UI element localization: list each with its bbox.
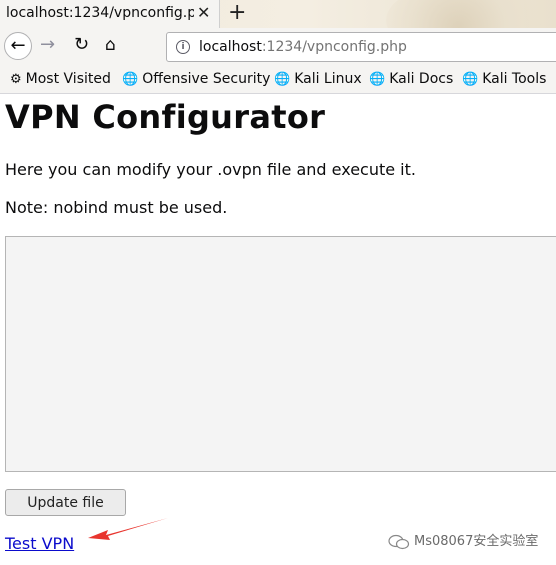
home-button[interactable]: ⌂	[105, 35, 116, 55]
bookmark-label: Most Visited	[25, 71, 111, 87]
gear-icon: ⚙	[10, 72, 22, 87]
test-vpn-link[interactable]: Test VPN	[5, 534, 74, 553]
bookmark-label: Offensive Security	[142, 71, 271, 87]
bookmark-label: Kali Docs	[389, 71, 454, 87]
reload-button[interactable]: ↻	[74, 35, 89, 55]
navigation-toolbar: ← → ↻ ⌂ i localhost:1234/vpnconfig.php	[0, 28, 556, 66]
watermark-text: Ms08067安全实验室	[414, 534, 539, 549]
back-button[interactable]: ←	[4, 32, 32, 60]
url-host: localhost	[199, 39, 262, 55]
tab-strip: localhost:1234/vpnconfig.php ✕ +	[0, 0, 556, 28]
bookmark-label: Kali Linux	[294, 71, 362, 87]
bookmark-most-visited[interactable]: ⚙ Most Visited	[10, 71, 111, 87]
globe-icon: 🌐	[369, 72, 386, 87]
update-file-button[interactable]: Update file	[5, 489, 126, 516]
note-text: Note: nobind must be used.	[5, 198, 228, 217]
annotation-arrow	[88, 518, 168, 540]
bookmarks-toolbar: ⚙ Most Visited 🌐 Offensive Security 🌐 Kali …	[0, 66, 556, 94]
forward-button[interactable]: →	[40, 35, 55, 55]
theme-background	[386, 0, 556, 28]
watermark: Ms08067安全实验室	[388, 530, 538, 550]
bookmark-kali-docs[interactable]: 🌐 Kali Docs	[369, 71, 453, 87]
globe-icon: 🌐	[274, 72, 291, 87]
new-tab-button[interactable]: +	[228, 0, 246, 26]
bookmark-offensive-security[interactable]: 🌐 Offensive Security	[122, 71, 270, 87]
bookmark-kali-tools[interactable]: 🌐 Kali Tools	[462, 71, 546, 87]
url-bar[interactable]: i localhost:1234/vpnconfig.php	[166, 32, 556, 62]
globe-icon: 🌐	[122, 72, 139, 87]
browser-tab[interactable]: localhost:1234/vpnconfig.php ✕	[0, 0, 220, 28]
wechat-icon	[388, 534, 410, 549]
close-tab-icon[interactable]: ✕	[197, 3, 210, 22]
globe-icon: 🌐	[462, 72, 479, 87]
url-text[interactable]: localhost:1234/vpnconfig.php	[199, 39, 407, 55]
bookmark-label: Kali Tools	[482, 71, 547, 87]
url-path: :1234/vpnconfig.php	[261, 39, 407, 55]
page-title: VPN Configurator	[5, 98, 326, 136]
ovpn-config-textarea[interactable]	[5, 236, 556, 472]
bookmark-kali-linux[interactable]: 🌐 Kali Linux	[274, 71, 362, 87]
intro-text: Here you can modify your .ovpn file and …	[5, 160, 416, 179]
site-info-icon[interactable]: i	[176, 40, 190, 54]
tab-title: localhost:1234/vpnconfig.php	[6, 5, 194, 21]
